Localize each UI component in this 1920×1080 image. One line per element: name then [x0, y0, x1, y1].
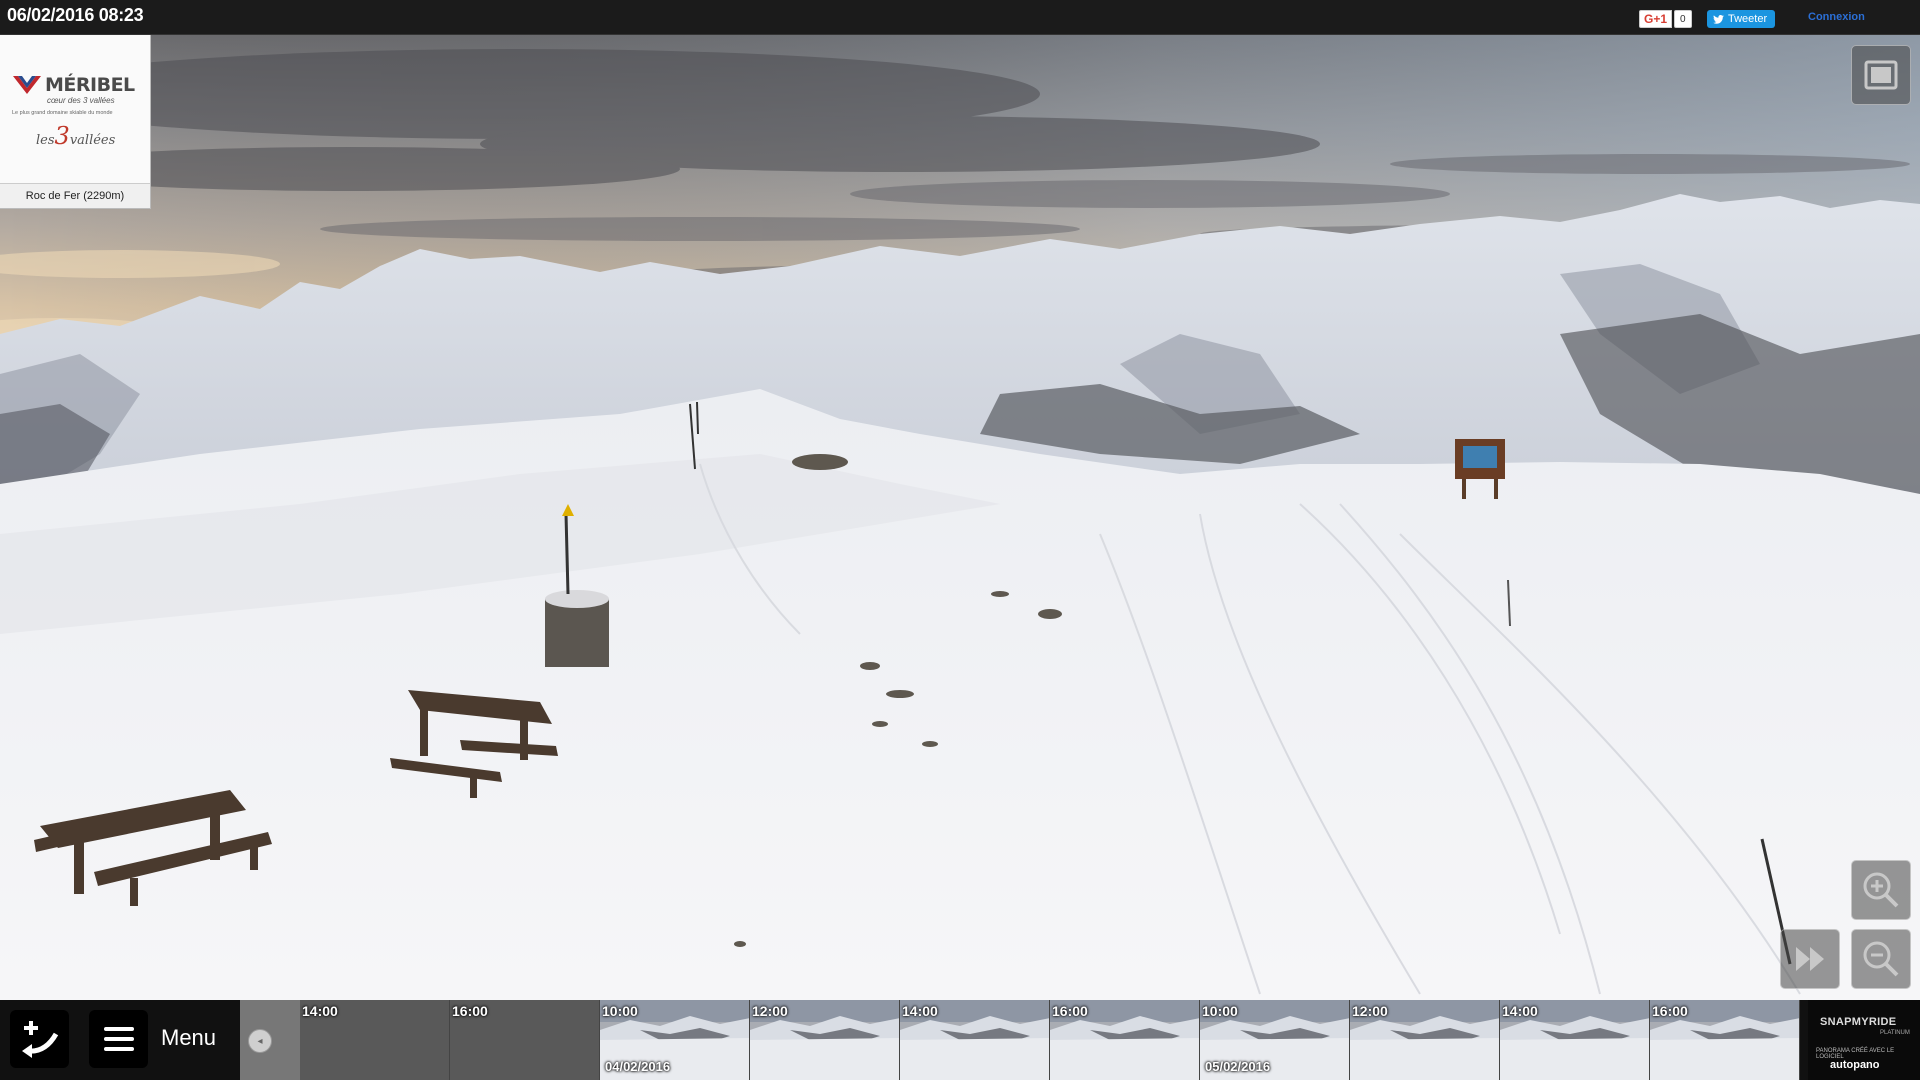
meribel-brand: MÉRIBEL	[12, 74, 135, 96]
zoom-out-icon	[1863, 941, 1899, 977]
thumbnail-time: 14:00	[1502, 1003, 1538, 1019]
thumbnail-time: 14:00	[902, 1003, 938, 1019]
logo-tagline: Le plus grand domaine skiable du monde	[12, 110, 113, 116]
timeline-thumbnail[interactable]: 10:00 04/02/2016	[600, 1000, 750, 1080]
timeline-scroll-left[interactable]: ◂	[240, 1000, 300, 1080]
fast-forward-icon	[1796, 947, 1824, 971]
meribel-v-logo-icon	[13, 76, 41, 94]
tweet-label: Tweeter	[1728, 13, 1768, 25]
logo-area-prefix: les	[36, 133, 55, 148]
google-plus-count: 0	[1674, 10, 1692, 28]
webcam-location: Roc de Fer (2290m)	[0, 183, 150, 208]
timeline-thumbnail[interactable]: 14:00	[900, 1000, 1050, 1080]
snapmyride-logo: SNAPMYRIDE	[1820, 1016, 1897, 1028]
fullscreen-icon	[1864, 60, 1898, 90]
panorama-view[interactable]	[0, 34, 1920, 1000]
timeline-thumbnail[interactable]: 12:00	[1350, 1000, 1500, 1080]
logo-area-suffix: vallées	[69, 133, 116, 148]
timeline-thumbnail[interactable]: 16:00	[450, 1000, 600, 1080]
timeline-thumbnail[interactable]: 10:00 05/02/2016	[1200, 1000, 1350, 1080]
thumbnail-time: 16:00	[1052, 1003, 1088, 1019]
hamburger-menu-icon	[103, 1027, 134, 1051]
les-3-vallees-logo: les3vallées	[36, 122, 115, 150]
zoom-out-button[interactable]	[1851, 929, 1911, 989]
panorama-image	[0, 34, 1920, 1000]
logo-area-number: 3	[54, 122, 70, 150]
google-plus-label: G+1	[1639, 10, 1673, 28]
zoom-in-button[interactable]	[1851, 860, 1911, 920]
menu-button[interactable]	[89, 1010, 148, 1068]
thumbnail-date: 05/02/2016	[1205, 1059, 1271, 1074]
zoom-in-icon	[1863, 872, 1899, 908]
logo-brand-name: MÉRIBEL	[45, 74, 135, 96]
bottom-bar: Menu ◂ 14:00 16:00 10:00 04/02/2016 12:00 14:…	[0, 1000, 1920, 1080]
autopano-logo: autopano	[1830, 1059, 1880, 1071]
timeline-thumbnail[interactable]: 14:00	[300, 1000, 450, 1080]
thumbnail-time: 12:00	[752, 1003, 788, 1019]
timeline-thumbnail[interactable]: 14:00	[1500, 1000, 1650, 1080]
logo-subtitle: cœur des 3 vallées	[47, 96, 115, 105]
add-back-arrow-icon	[21, 1021, 58, 1058]
top-bar: 06/02/2016 08:23 G+1 0 Tweeter Connexion	[0, 0, 1920, 35]
capture-datetime: 06/02/2016 08:23	[7, 5, 144, 25]
login-link[interactable]: Connexion	[1808, 11, 1865, 23]
resort-logo[interactable]: MÉRIBEL cœur des 3 vallées Le plus grand…	[0, 34, 151, 209]
google-plus-button[interactable]: G+1 0	[1639, 10, 1692, 28]
timeline-thumbnail[interactable]: 16:00	[1050, 1000, 1200, 1080]
thumbnail-time: 16:00	[1652, 1003, 1688, 1019]
webcam-viewer: 06/02/2016 08:23 G+1 0 Tweeter Connexion	[0, 0, 1920, 1080]
thumbnail-date: 04/02/2016	[605, 1059, 671, 1074]
tweet-button[interactable]: Tweeter	[1707, 10, 1776, 28]
menu-label[interactable]: Menu	[161, 1025, 216, 1051]
timeline-thumbnail[interactable]: 16:00	[1650, 1000, 1800, 1080]
twitter-bird-icon	[1713, 14, 1724, 24]
timeline-thumbnail[interactable]: 12:00	[750, 1000, 900, 1080]
thumbnail-time: 16:00	[452, 1003, 488, 1019]
snapmyride-platinum: PLATINUM	[1880, 1030, 1910, 1036]
snapmyride-branding[interactable]: SNAPMYRIDE PLATINUM PANORAMA CRÉÉ AVEC L…	[1808, 1000, 1920, 1080]
thumbnail-time: 10:00	[602, 1003, 638, 1019]
timeline-strip: 14:00 16:00 10:00 04/02/2016 12:00 14:00 16:00…	[300, 1000, 1800, 1080]
thumbnail-time: 14:00	[302, 1003, 338, 1019]
thumbnail-time: 10:00	[1202, 1003, 1238, 1019]
thumbnail-time: 12:00	[1352, 1003, 1388, 1019]
fullscreen-button[interactable]	[1851, 45, 1911, 105]
fast-forward-button[interactable]	[1780, 929, 1840, 989]
back-button[interactable]	[10, 1010, 69, 1068]
scroll-left-icon: ◂	[248, 1029, 272, 1053]
